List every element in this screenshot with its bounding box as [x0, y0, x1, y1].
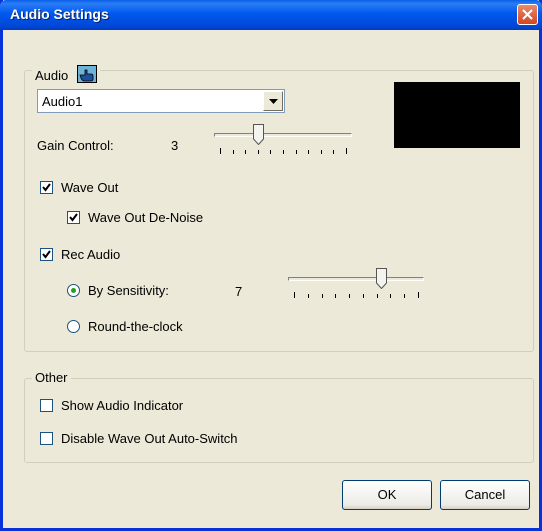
show-audio-indicator-label[interactable]: Show Audio Indicator	[61, 398, 183, 413]
slider-tick	[404, 294, 406, 298]
round-the-clock-label[interactable]: Round-the-clock	[88, 319, 183, 334]
wave-out-checkbox[interactable]	[40, 181, 53, 194]
other-group-label: Other	[35, 370, 68, 385]
slider-tick	[362, 294, 364, 298]
check-icon	[42, 250, 51, 259]
radio-selected-dot	[71, 288, 76, 293]
close-icon	[522, 9, 533, 20]
by-sensitivity-label[interactable]: By Sensitivity:	[88, 283, 169, 298]
window-title: Audio Settings	[10, 6, 109, 22]
slider-tick	[390, 294, 392, 298]
slider-tick	[294, 292, 295, 298]
slider-tick	[320, 150, 322, 154]
slider-tick	[346, 148, 347, 154]
other-group-legend: Other	[32, 370, 71, 385]
wave-out-label[interactable]: Wave Out	[61, 180, 118, 195]
slider-tick	[307, 294, 309, 298]
audio-device-select[interactable]: Audio1	[37, 89, 285, 113]
slider-tick	[308, 150, 310, 154]
slider-tick	[232, 150, 234, 154]
slider-tick	[418, 292, 419, 298]
slider-tick	[295, 150, 297, 154]
other-group	[24, 378, 534, 463]
audio-group-label: Audio	[35, 68, 69, 83]
rec-audio-checkbox[interactable]	[40, 248, 53, 261]
check-icon	[69, 213, 78, 222]
slider-tick	[349, 294, 351, 298]
gain-control-label: Gain Control:	[37, 138, 114, 153]
cancel-button[interactable]: Cancel	[440, 480, 530, 510]
close-button[interactable]	[517, 4, 538, 25]
check-icon	[42, 183, 51, 192]
audio-preview-box	[394, 82, 520, 148]
slider-tick	[270, 150, 272, 154]
by-sensitivity-radio[interactable]	[67, 284, 80, 297]
title-bar[interactable]: Audio Settings	[0, 0, 542, 30]
by-sensitivity-value: 7	[235, 284, 243, 299]
slider-tick	[283, 150, 284, 154]
wave-out-denoise-checkbox[interactable]	[67, 211, 80, 224]
slider-tick	[376, 294, 378, 298]
slider-thumb[interactable]	[252, 124, 264, 145]
audio-group-legend: Audio	[32, 61, 100, 83]
audio-device-value: Audio1	[42, 94, 83, 109]
wave-out-denoise-label[interactable]: Wave Out De-Noise	[88, 210, 203, 225]
ok-button[interactable]: OK	[342, 480, 432, 510]
chevron-down-icon	[269, 99, 278, 104]
round-the-clock-radio[interactable]	[67, 320, 80, 333]
slider-tick	[321, 294, 323, 298]
dropdown-button[interactable]	[263, 91, 283, 111]
disable-wave-out-auto-switch-label[interactable]: Disable Wave Out Auto-Switch	[61, 431, 238, 446]
disable-wave-out-auto-switch-checkbox[interactable]	[40, 432, 53, 445]
slider-tick	[257, 150, 259, 154]
slider-tick	[335, 294, 337, 298]
rec-audio-label[interactable]: Rec Audio	[61, 247, 120, 262]
sensitivity-slider[interactable]	[288, 268, 424, 304]
gain-control-value: 3	[171, 138, 179, 153]
slider-tick	[245, 150, 247, 154]
slider-thumb[interactable]	[375, 268, 387, 289]
audio-settings-dialog: Audio Settings Audio Audio1 Gain Control…	[0, 0, 542, 531]
slider-tick	[220, 148, 221, 154]
hand-pointer-icon[interactable]	[76, 65, 97, 83]
gain-control-slider[interactable]	[214, 124, 352, 160]
show-audio-indicator-checkbox[interactable]	[40, 399, 53, 412]
slider-tick	[333, 150, 335, 154]
